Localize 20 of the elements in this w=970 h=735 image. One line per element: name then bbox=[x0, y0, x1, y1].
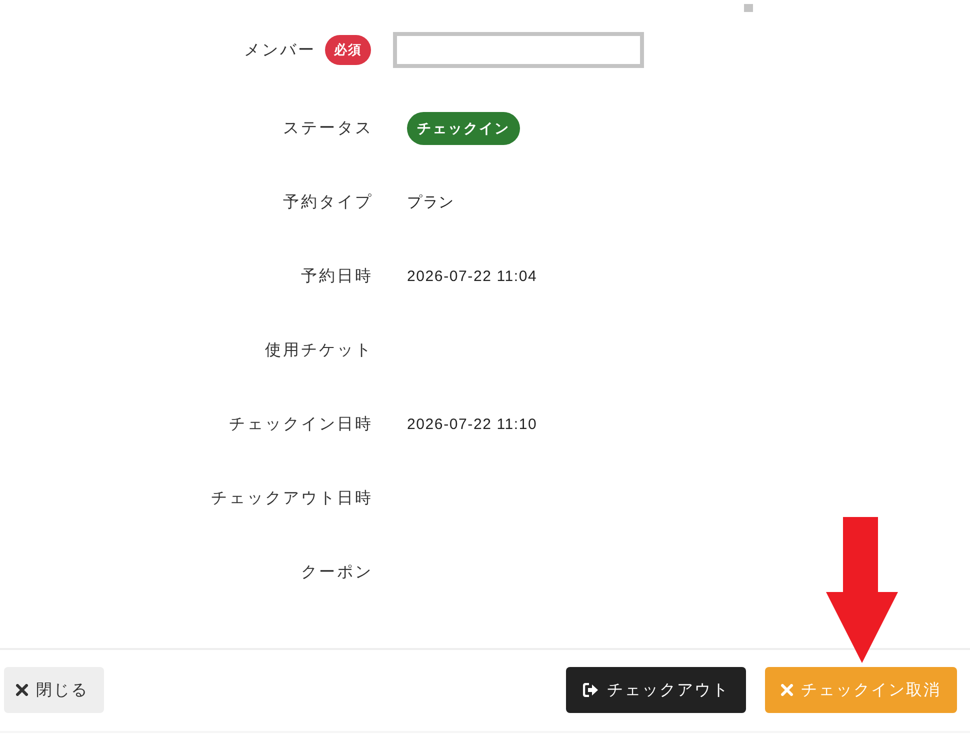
field-label: 予約日時 bbox=[301, 266, 373, 286]
field-label: チェックイン日時 bbox=[229, 414, 373, 434]
field-label: ステータス bbox=[283, 118, 373, 138]
field-label: クーポン bbox=[301, 562, 373, 582]
field-label: メンバー bbox=[244, 40, 316, 60]
field-label: チェックアウト日時 bbox=[211, 488, 373, 508]
field-label: 予約タイプ bbox=[283, 192, 373, 212]
small-square-icon bbox=[744, 4, 753, 12]
field-value: プラン bbox=[407, 192, 454, 212]
field-label: 使用チケット bbox=[265, 340, 373, 360]
exit-icon bbox=[582, 683, 599, 697]
checkout-button[interactable]: チェックアウト bbox=[566, 667, 746, 713]
field-value: 2026-07-22 11:10 bbox=[407, 416, 538, 432]
status-tag: チェックイン bbox=[407, 112, 520, 144]
close-button[interactable]: 閉じる bbox=[4, 667, 104, 713]
member-input-field[interactable] bbox=[393, 32, 644, 68]
close-icon bbox=[781, 684, 793, 696]
close-icon bbox=[16, 684, 28, 696]
field-value: 2026-07-22 11:04 bbox=[407, 268, 538, 284]
required-tag: 必須 bbox=[325, 35, 371, 65]
